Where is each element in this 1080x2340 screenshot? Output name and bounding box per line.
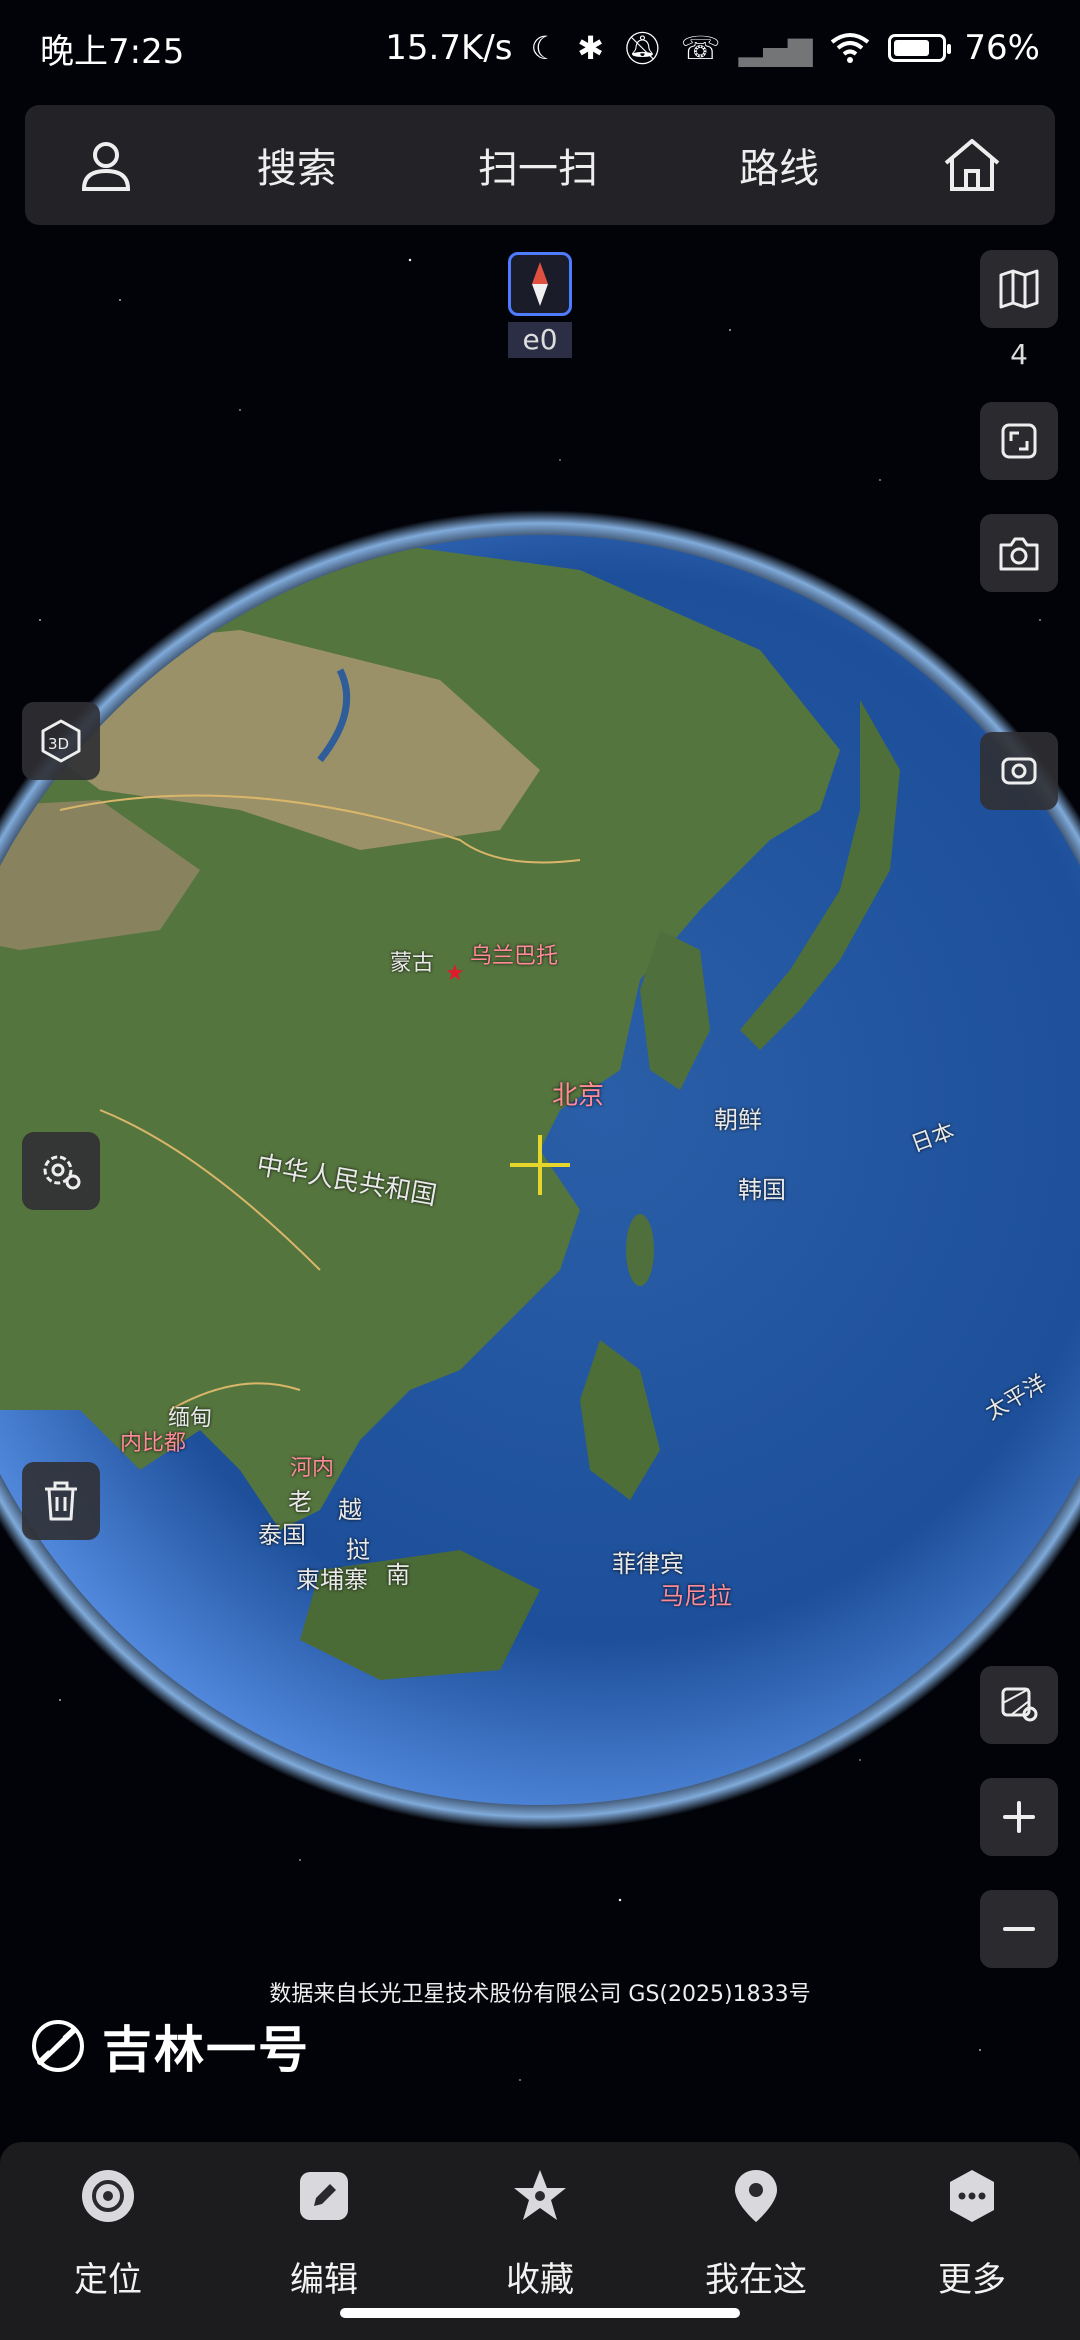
home-button[interactable] <box>940 133 1004 197</box>
moon-icon: ☾ <box>530 29 560 67</box>
map-label-hanoi: 河内 <box>290 1456 335 1481</box>
nav-edit-label: 编辑 <box>290 2260 358 2300</box>
battery-icon <box>888 34 952 62</box>
brand-logo: 吉林一号 <box>28 2010 310 2082</box>
status-time: 晚上7:25 <box>40 31 185 72</box>
battery-fill <box>894 40 930 56</box>
layer-count: 4 <box>1010 338 1028 371</box>
map-label-naypyidaw: 内比都 <box>120 1431 187 1456</box>
search-button[interactable]: 搜索 <box>237 126 357 204</box>
screenshot-button[interactable] <box>980 514 1058 592</box>
route-button[interactable]: 路线 <box>719 126 839 204</box>
camera-icon <box>999 537 1039 571</box>
signal-icon: ▂▄▆ <box>738 29 813 67</box>
profile-button[interactable] <box>76 135 136 195</box>
bluetooth-icon: ✱ <box>577 29 604 67</box>
rotate-view-button[interactable] <box>980 732 1058 810</box>
compass-needle-icon <box>532 262 548 306</box>
bell-muted-icon: 🔕︎ <box>621 29 663 67</box>
map-marker-icon <box>724 2164 788 2228</box>
nav-favorite-label: 收藏 <box>506 2260 574 2300</box>
scan-button[interactable]: 扫一扫 <box>458 126 618 204</box>
expand-icon <box>1001 423 1037 459</box>
star-icon <box>508 2164 572 2228</box>
beijing-marker-icon: ★ <box>445 961 465 986</box>
edit-icon <box>292 2164 356 2228</box>
locate-icon <box>76 2164 140 2228</box>
top-nav: 搜索 扫一扫 路线 <box>25 105 1055 225</box>
map-book-icon <box>999 269 1039 309</box>
plus-icon <box>1003 1801 1035 1833</box>
map-label-cambodia: 柬埔寨 <box>296 1566 368 1594</box>
zoom-in-button[interactable] <box>980 1778 1058 1856</box>
map-label-vietnam-2: 南 <box>386 1561 410 1589</box>
map-crosshair <box>510 1135 570 1195</box>
3d-label: 3D <box>48 735 69 753</box>
gear-pin-icon <box>43 1155 81 1190</box>
3d-cube-icon: 3D <box>41 719 81 763</box>
rotate-camera-icon <box>1001 757 1037 785</box>
data-attribution: 数据来自长光卫星技术股份有限公司 GS(2025)1833号 <box>269 1982 811 2007</box>
status-icons: 15.7K/s ☾ ✱ 🔕︎ ☏ ▂▄▆ 76% <box>385 28 1040 68</box>
compass-heading: e0 <box>508 322 572 358</box>
map-label-thailand: 泰国 <box>258 1521 306 1549</box>
nav-here-label: 我在这 <box>705 2260 807 2300</box>
nav-more[interactable]: 更多 <box>882 2164 1062 2301</box>
trash-icon <box>45 1481 77 1521</box>
home-indicator[interactable] <box>340 2308 740 2318</box>
nav-favorite[interactable]: 收藏 <box>450 2164 630 2301</box>
map-label-mongolia: 蒙古 <box>390 951 435 976</box>
map-label-north-korea: 朝鲜 <box>714 1106 762 1134</box>
app-root: 晚上7:25 15.7K/s ☾ ✱ 🔕︎ ☏ ▂▄▆ 76% 搜索 扫一扫 路… <box>0 0 1080 2340</box>
map-label-beijing: 北京 <box>552 1081 605 1111</box>
map-label-philippines: 菲律宾 <box>612 1550 684 1578</box>
status-bar: 晚上7:25 15.7K/s ☾ ✱ 🔕︎ ☏ ▂▄▆ 76% <box>0 0 1080 96</box>
zoom-out-button[interactable] <box>980 1890 1058 1968</box>
map-label-laos-1: 老 <box>288 1488 312 1516</box>
nav-more-label: 更多 <box>938 2260 1006 2300</box>
more-icon <box>940 2164 1004 2228</box>
delete-button[interactable] <box>22 1462 100 1540</box>
nav-locate[interactable]: 定位 <box>18 2164 198 2301</box>
net-speed: 15.7K/s <box>385 28 513 68</box>
map-label-ulaanbaatar: 乌兰巴托 <box>470 944 559 969</box>
map-location-button[interactable] <box>980 1666 1058 1744</box>
fullscreen-button[interactable] <box>980 402 1058 480</box>
call-icon: ☏ <box>680 29 721 67</box>
battery-percent: 76% <box>964 28 1040 68</box>
map-label-vietnam-1: 越 <box>338 1496 362 1524</box>
location-settings-button[interactable] <box>22 1132 100 1210</box>
brand-name: 吉林一号 <box>102 2021 310 2079</box>
compass-button[interactable] <box>508 252 572 316</box>
map-label-south-korea: 韩国 <box>738 1176 786 1204</box>
map-label-manila: 马尼拉 <box>660 1582 732 1610</box>
layers-button[interactable] <box>980 250 1058 328</box>
3d-toggle-button[interactable]: 3D <box>22 702 100 780</box>
nav-edit[interactable]: 编辑 <box>234 2164 414 2301</box>
minus-icon <box>1003 1927 1035 1931</box>
map-pin-icon <box>1001 1687 1038 1722</box>
user-icon <box>81 142 130 191</box>
nav-locate-label: 定位 <box>74 2260 142 2300</box>
nav-here[interactable]: 我在这 <box>666 2164 846 2301</box>
home-icon <box>945 139 1000 191</box>
satellite-logo-icon <box>32 2020 84 2072</box>
wifi-icon <box>831 33 870 63</box>
